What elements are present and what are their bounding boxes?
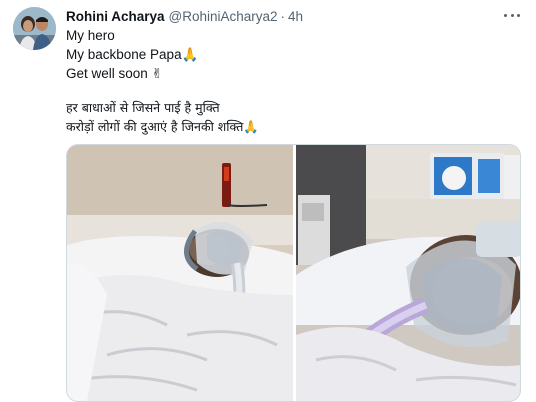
media-grid <box>66 144 521 402</box>
tweet-line-hindi: करोड़ों लोगों की दुआएं है जिनकी शक्ति🙏 <box>66 119 259 134</box>
tweet[interactable]: Rohini Acharya @RohiniAcharya2 · 4h My h… <box>0 0 536 402</box>
tweet-line: My backbone Papa🙏 <box>66 47 199 62</box>
timestamp[interactable]: 4h <box>288 9 303 24</box>
more-horizontal-icon[interactable] <box>504 8 520 22</box>
tweet-line-hindi: हर बाधाओं से जिसने पाई है मुक्ति <box>66 100 220 115</box>
photo-right[interactable] <box>296 145 520 401</box>
separator-dot: · <box>280 8 286 24</box>
author-handle[interactable]: @RohiniAcharya2 <box>169 9 278 24</box>
tweet-line: My hero <box>66 28 115 43</box>
author-name[interactable]: Rohini Acharya <box>66 9 165 24</box>
tweet-header: Rohini Acharya @RohiniAcharya2 · 4h <box>66 7 303 25</box>
avatar[interactable] <box>13 7 56 50</box>
tweet-text: My hero My backbone Papa🙏 Get well soon … <box>66 26 259 136</box>
tweet-line: Get well soon ✌ <box>66 66 163 81</box>
photo-left[interactable] <box>67 145 293 401</box>
